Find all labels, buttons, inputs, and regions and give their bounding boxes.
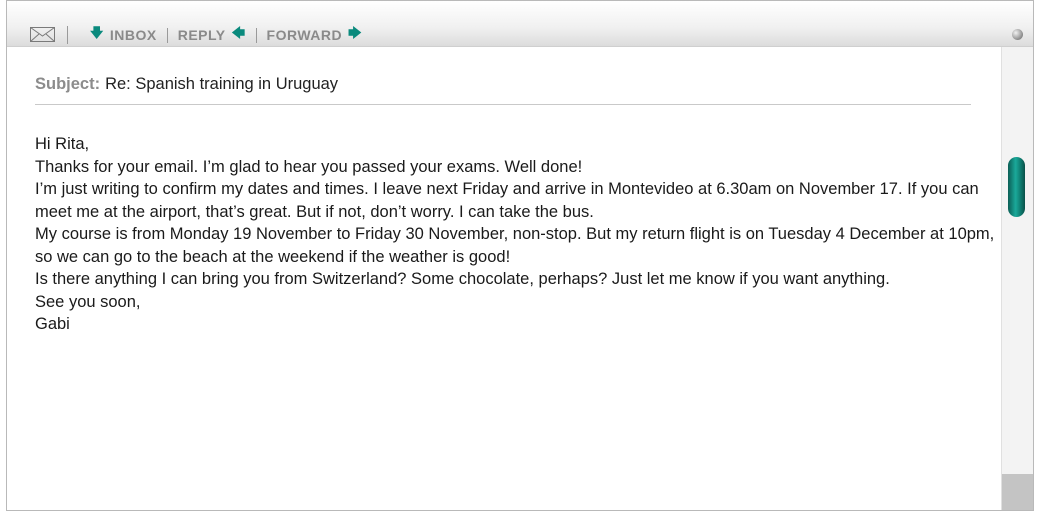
mail-nav: 🡇 INBOX REPLY 🡄 FORWARD 🡆 (90, 25, 362, 45)
scrollbar-thumb[interactable] (1008, 157, 1025, 217)
close-dot-icon[interactable] (1012, 29, 1023, 40)
email-window: 🡇 INBOX REPLY 🡄 FORWARD 🡆 Subject: Re: Sp… (6, 0, 1034, 511)
reply-button[interactable]: REPLY 🡄 (178, 24, 246, 46)
envelope-icon[interactable] (30, 26, 68, 44)
forward-button[interactable]: FORWARD 🡆 (267, 24, 363, 46)
email-content: Subject: Re: Spanish training in Uruguay … (7, 47, 1001, 510)
vertical-scrollbar[interactable] (1001, 47, 1033, 510)
nav-divider (166, 27, 168, 43)
forward-label: FORWARD (266, 27, 343, 43)
body-paragraph: Hi Rita, (35, 135, 90, 153)
scrollbar-end (1002, 474, 1033, 510)
subject-line: Subject: Re: Spanish training in Uruguay (35, 75, 971, 105)
subject-label: Subject: (35, 75, 101, 93)
body-paragraph: Gabi (35, 315, 70, 333)
subject-text: Re: Spanish training in Uruguay (105, 75, 339, 93)
nav-divider (255, 27, 257, 43)
email-toolbar: 🡇 INBOX REPLY 🡄 FORWARD 🡆 (7, 1, 1033, 47)
body-paragraph: See you soon, (35, 292, 141, 311)
email-body: Hi Rita, Thanks for your email. I’m glad… (35, 133, 995, 336)
body-paragraph: Thanks for your email. I’m glad to hear … (35, 157, 583, 176)
arrow-down-icon: 🡇 (90, 25, 104, 40)
arrow-right-icon: 🡆 (348, 25, 363, 40)
body-paragraph: Is there anything I can bring you from S… (35, 270, 890, 288)
body-paragraph: I’m just writing to confirm my dates and… (35, 180, 979, 221)
body-paragraph: My course is from Monday 19 November to … (35, 225, 995, 266)
arrow-left-icon: 🡄 (231, 25, 246, 40)
reply-label: REPLY (177, 27, 226, 43)
inbox-label: INBOX (109, 27, 157, 43)
inbox-button[interactable]: 🡇 INBOX (90, 24, 157, 46)
